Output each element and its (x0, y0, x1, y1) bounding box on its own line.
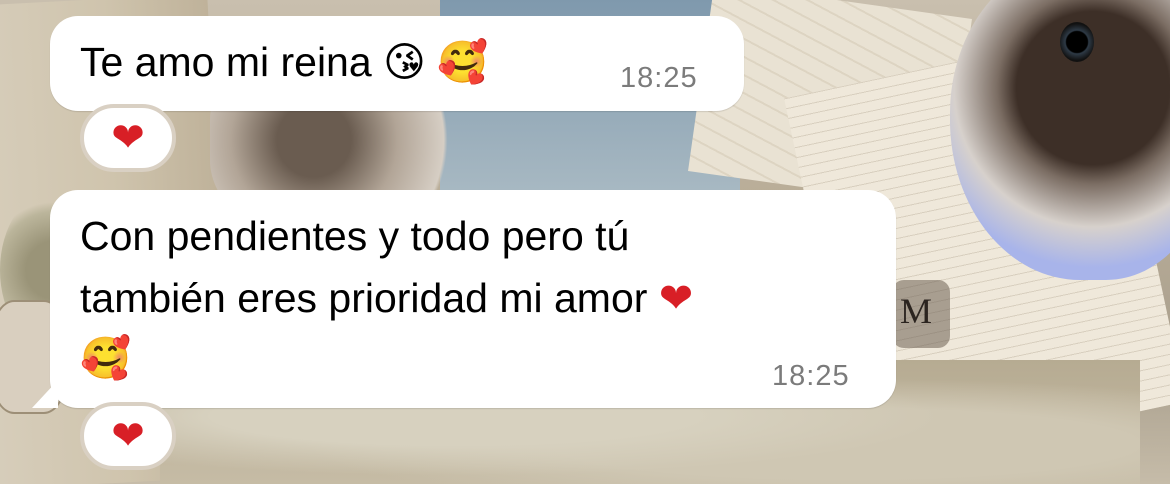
message-bubble-1[interactable]: Te amo mi reina 😘 🥰 18:25 (50, 16, 744, 111)
smiling-hearts-emoji-icon: 🥰 (80, 334, 132, 382)
message-text-1: Te amo mi reina 😘 🥰 (80, 34, 488, 90)
message-text-2-line-2: también eres prioridad mi amor ❤ (80, 270, 693, 326)
wallpaper-cat-eye (1060, 22, 1094, 62)
message-2-tail (32, 380, 58, 408)
smiling-hearts-emoji-icon: 🥰 (437, 38, 489, 86)
message-text-2-line-1: Con pendientes y todo pero tú (80, 208, 629, 264)
heart-reaction-icon: ❤ (111, 413, 145, 459)
message-text-2-line-3: 🥰 (80, 330, 131, 386)
message-1-timestamp: 18:25 (620, 62, 698, 94)
red-heart-emoji-icon: ❤ (658, 274, 694, 322)
message-2-timestamp: 18:25 (772, 360, 850, 392)
message-1-reaction[interactable]: ❤ (80, 104, 176, 172)
kiss-emoji-icon: 😘 (383, 38, 426, 86)
message-bubble-2[interactable]: Con pendientes y todo pero tú también er… (50, 190, 896, 408)
wallpaper-m-letter: M (900, 291, 933, 331)
message-1-text: Te amo mi reina (80, 39, 372, 85)
message-2-line-2: también eres prioridad mi amor (80, 275, 648, 321)
message-2-line-1: Con pendientes y todo pero tú (80, 213, 630, 259)
message-2-reaction[interactable]: ❤ (80, 402, 176, 470)
heart-reaction-icon: ❤ (111, 115, 145, 161)
